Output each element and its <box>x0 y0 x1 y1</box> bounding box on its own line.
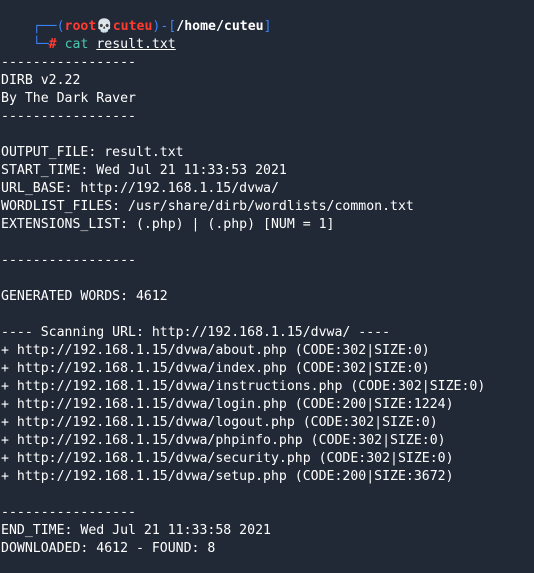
output-line: + http://192.168.1.15/dvwa/security.php … <box>1 451 454 466</box>
output-line: By The Dark Raver <box>1 91 136 106</box>
output-line: + http://192.168.1.15/dvwa/login.php (CO… <box>1 397 454 412</box>
output-line: + http://192.168.1.15/dvwa/index.php (CO… <box>1 361 430 376</box>
prompt-mid: )-[ <box>152 19 177 34</box>
prompt-end: ] <box>263 19 272 34</box>
output-line: OUTPUT_FILE: result.txt <box>1 145 184 160</box>
output-line: DIRB v2.22 <box>1 73 81 88</box>
prompt-path: /home/cuteu <box>176 19 264 34</box>
output-line: ----------------- <box>1 109 136 124</box>
output-line: + http://192.168.1.15/dvwa/setup.php (CO… <box>1 469 454 484</box>
prompt-line: ┌──(root💀cuteu)-[/home/cuteu] <box>0 0 534 34</box>
output-line: + http://192.168.1.15/dvwa/phpinfo.php (… <box>1 433 446 448</box>
prompt-user: root <box>64 19 97 34</box>
output-line: END_TIME: Wed Jul 21 11:33:58 2021 <box>1 523 271 538</box>
output-line: URL_BASE: http://192.168.1.15/dvwa/ <box>1 181 279 196</box>
command-argument: result.txt <box>96 37 176 52</box>
output-line: ----------------- <box>1 253 136 268</box>
terminal-output: ----------------- DIRB v2.22 By The Dark… <box>0 36 534 558</box>
output-line: ---- Scanning URL: http://192.168.1.15/d… <box>1 325 391 340</box>
terminal-window[interactable]: ┌──(root💀cuteu)-[/home/cuteu] └─# cat re… <box>0 0 534 573</box>
output-line: + http://192.168.1.15/dvwa/instructions.… <box>1 379 486 394</box>
output-line: + http://192.168.1.15/dvwa/logout.php (C… <box>1 415 438 430</box>
output-line: WORDLIST_FILES: /usr/share/dirb/wordlist… <box>1 199 414 214</box>
output-line: EXTENSIONS_LIST: (.php) | (.php) [NUM = … <box>1 217 335 232</box>
output-line: GENERATED WORDS: 4612 <box>1 289 168 304</box>
output-line: ----------------- <box>1 505 136 520</box>
output-line: ----------------- <box>1 55 136 70</box>
prompt-hash: # <box>48 37 57 52</box>
prompt-host: cuteu <box>112 19 153 34</box>
skull-icon: 💀 <box>96 19 113 34</box>
output-line: + http://192.168.1.15/dvwa/about.php (CO… <box>1 343 430 358</box>
output-line: DOWNLOADED: 4612 - FOUND: 8 <box>1 541 216 556</box>
prompt-corner-top: ┌──( <box>32 19 65 34</box>
prompt-corner-bottom: └─ <box>32 37 49 52</box>
command-name: cat <box>64 37 89 52</box>
output-line: START_TIME: Wed Jul 21 11:33:53 2021 <box>1 163 287 178</box>
